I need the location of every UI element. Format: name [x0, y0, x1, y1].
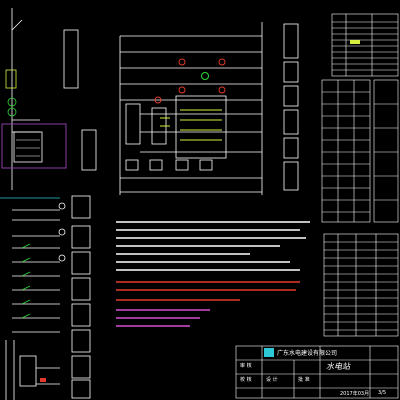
right-mid-table: [321, 79, 399, 223]
notes-block: [116, 221, 310, 327]
title-block-sheet: 3/5: [378, 390, 387, 396]
title-block-cell-3: 校 核: [240, 377, 252, 383]
title-block-company: 广东水电建设有限公司: [277, 350, 338, 357]
electrical-schematic: [0, 8, 399, 400]
left-single-line-diagram: [0, 8, 60, 400]
control-circuit: [119, 22, 263, 195]
contact-rows: [21, 202, 66, 382]
right-bottom-table: [323, 233, 399, 337]
schematic-canvas: 广东水电建设有限公司 水电站 审 核 设 计 校 核 批 准 2017年03月 …: [0, 0, 400, 400]
title-block-date: 2017年03月: [340, 391, 370, 397]
function-label-column: [283, 23, 299, 191]
title-block-cell-1: 审 核: [240, 363, 252, 369]
title-block-project: 水电站: [326, 362, 350, 371]
title-block-cell-2: 设 计: [266, 377, 278, 383]
right-top-table: [331, 13, 399, 77]
title-block-cell-4: 批 准: [298, 377, 310, 383]
left-label-boxes: [63, 29, 97, 399]
control-circuit-indicators: [154, 58, 226, 141]
